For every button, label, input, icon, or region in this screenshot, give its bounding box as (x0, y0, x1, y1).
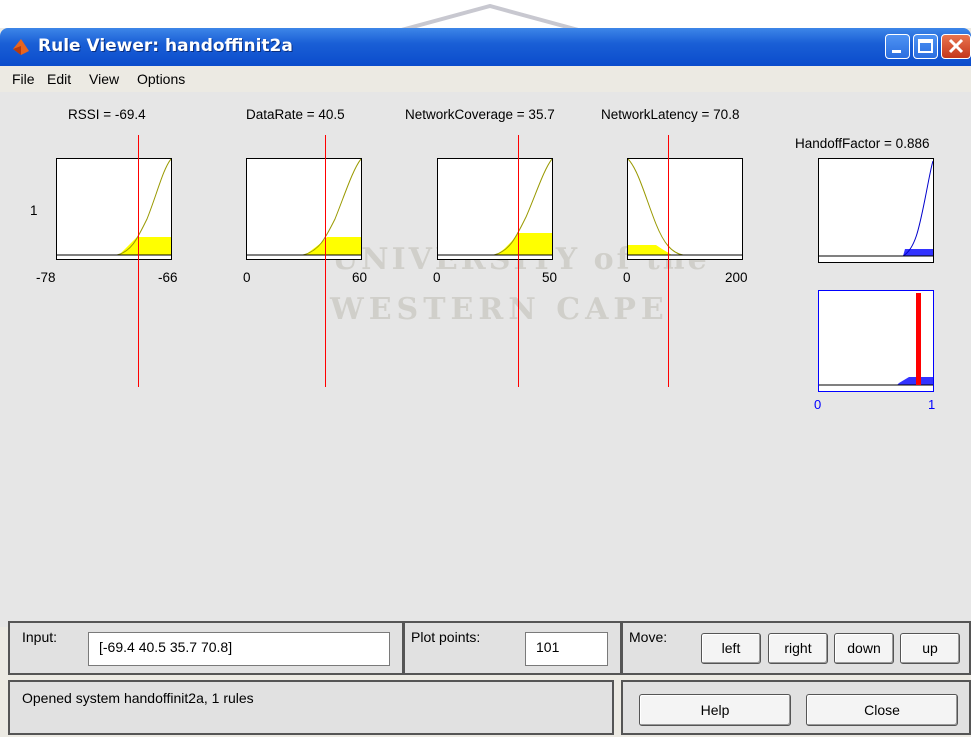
move-right-button[interactable]: right (768, 633, 828, 664)
output-max-tick: 1 (928, 397, 936, 412)
datarate-min-tick: 0 (243, 270, 251, 285)
title-bar: Rule Viewer: handoffinit2a (0, 28, 971, 66)
menu-edit[interactable]: Edit (47, 71, 71, 87)
help-close-panel: Help Close (621, 680, 971, 735)
move-up-button[interactable]: up (900, 633, 960, 664)
input-rssi-label: RSSI = -69.4 (68, 107, 146, 122)
move-panel: Move: left right down up (621, 621, 971, 675)
aggregated-output-curve (819, 293, 933, 386)
rssi-max-tick: -66 (158, 270, 178, 285)
aggregated-output-plot[interactable] (818, 290, 934, 392)
maximize-icon (918, 39, 933, 53)
close-icon (948, 38, 964, 54)
input-datarate-label: DataRate = 40.5 (246, 107, 345, 122)
networkcoverage-input-line[interactable] (518, 135, 519, 387)
help-button[interactable]: Help (639, 694, 791, 726)
networkcoverage-min-tick: 0 (433, 270, 441, 285)
rssi-membership-curve (57, 158, 172, 256)
close-window-button[interactable] (941, 34, 971, 59)
maximize-button[interactable] (913, 34, 938, 59)
input-vector-field[interactable]: [-69.4 40.5 35.7 70.8] (88, 632, 390, 666)
minimize-icon (892, 50, 901, 53)
rssi-membership-plot[interactable] (56, 158, 172, 260)
move-label: Move: (629, 629, 668, 645)
networklatency-membership-plot[interactable] (627, 158, 743, 260)
networklatency-input-line[interactable] (668, 135, 669, 387)
datarate-membership-curve (247, 158, 362, 256)
output-min-tick: 0 (814, 397, 822, 412)
move-left-button[interactable]: left (701, 633, 761, 664)
networkcoverage-membership-plot[interactable] (437, 158, 553, 260)
rssi-input-line[interactable] (138, 135, 139, 387)
datarate-input-line[interactable] (325, 135, 326, 387)
status-text: Opened system handoffinit2a, 1 rules (22, 690, 254, 706)
close-button[interactable]: Close (806, 694, 958, 726)
menu-file[interactable]: File (12, 71, 35, 87)
datarate-max-tick: 60 (352, 270, 368, 285)
networklatency-max-tick: 200 (725, 270, 748, 285)
matlab-icon (13, 39, 29, 55)
window-title: Rule Viewer: handoffinit2a (38, 36, 293, 56)
networkcoverage-max-tick: 50 (542, 270, 558, 285)
input-label: Input: (22, 629, 58, 645)
menu-options[interactable]: Options (137, 71, 185, 87)
move-down-button[interactable]: down (834, 633, 894, 664)
networklatency-min-tick: 0 (623, 270, 631, 285)
menu-bar: File Edit View Options (0, 66, 971, 92)
networkcoverage-membership-curve (438, 158, 553, 256)
plot-points-label: Plot points: (411, 629, 481, 645)
plot-points-field[interactable]: 101 (525, 632, 608, 666)
menu-view[interactable]: View (89, 71, 119, 87)
plot-points-panel: Plot points: 101 (403, 621, 622, 675)
rule-number: 1 (30, 203, 38, 218)
handofffactor-rule-curve (819, 160, 934, 257)
handofffactor-rule-plot[interactable] (818, 158, 934, 263)
watermark-line2: WESTERN CAPE (330, 292, 669, 327)
input-networklatency-label: NetworkLatency = 70.8 (601, 107, 740, 122)
output-handofffactor-label: HandoffFactor = 0.886 (795, 136, 930, 151)
minimize-button[interactable] (885, 34, 910, 59)
input-panel: Input: [-69.4 40.5 35.7 70.8] (8, 621, 404, 675)
status-panel: Opened system handoffinit2a, 1 rules (8, 680, 614, 735)
rssi-min-tick: -78 (36, 270, 56, 285)
datarate-membership-plot[interactable] (246, 158, 362, 260)
input-networkcoverage-label: NetworkCoverage = 35.7 (405, 107, 555, 122)
networklatency-membership-curve (627, 158, 742, 256)
